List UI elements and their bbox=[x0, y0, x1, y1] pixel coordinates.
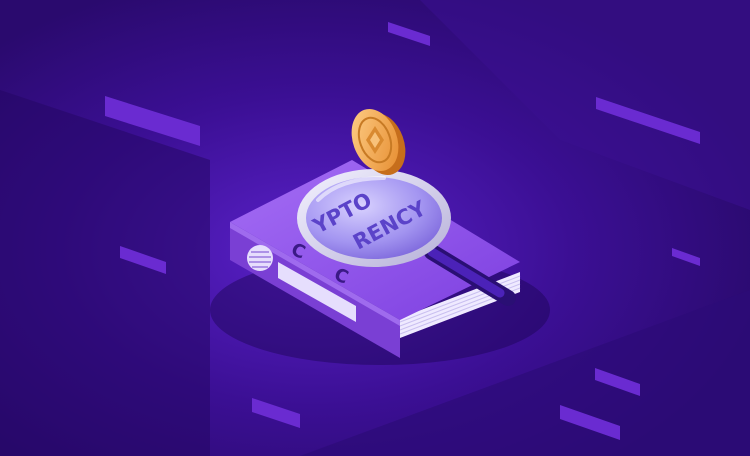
crypto-research-illustration: C C YPTO RENCY bbox=[0, 0, 750, 456]
